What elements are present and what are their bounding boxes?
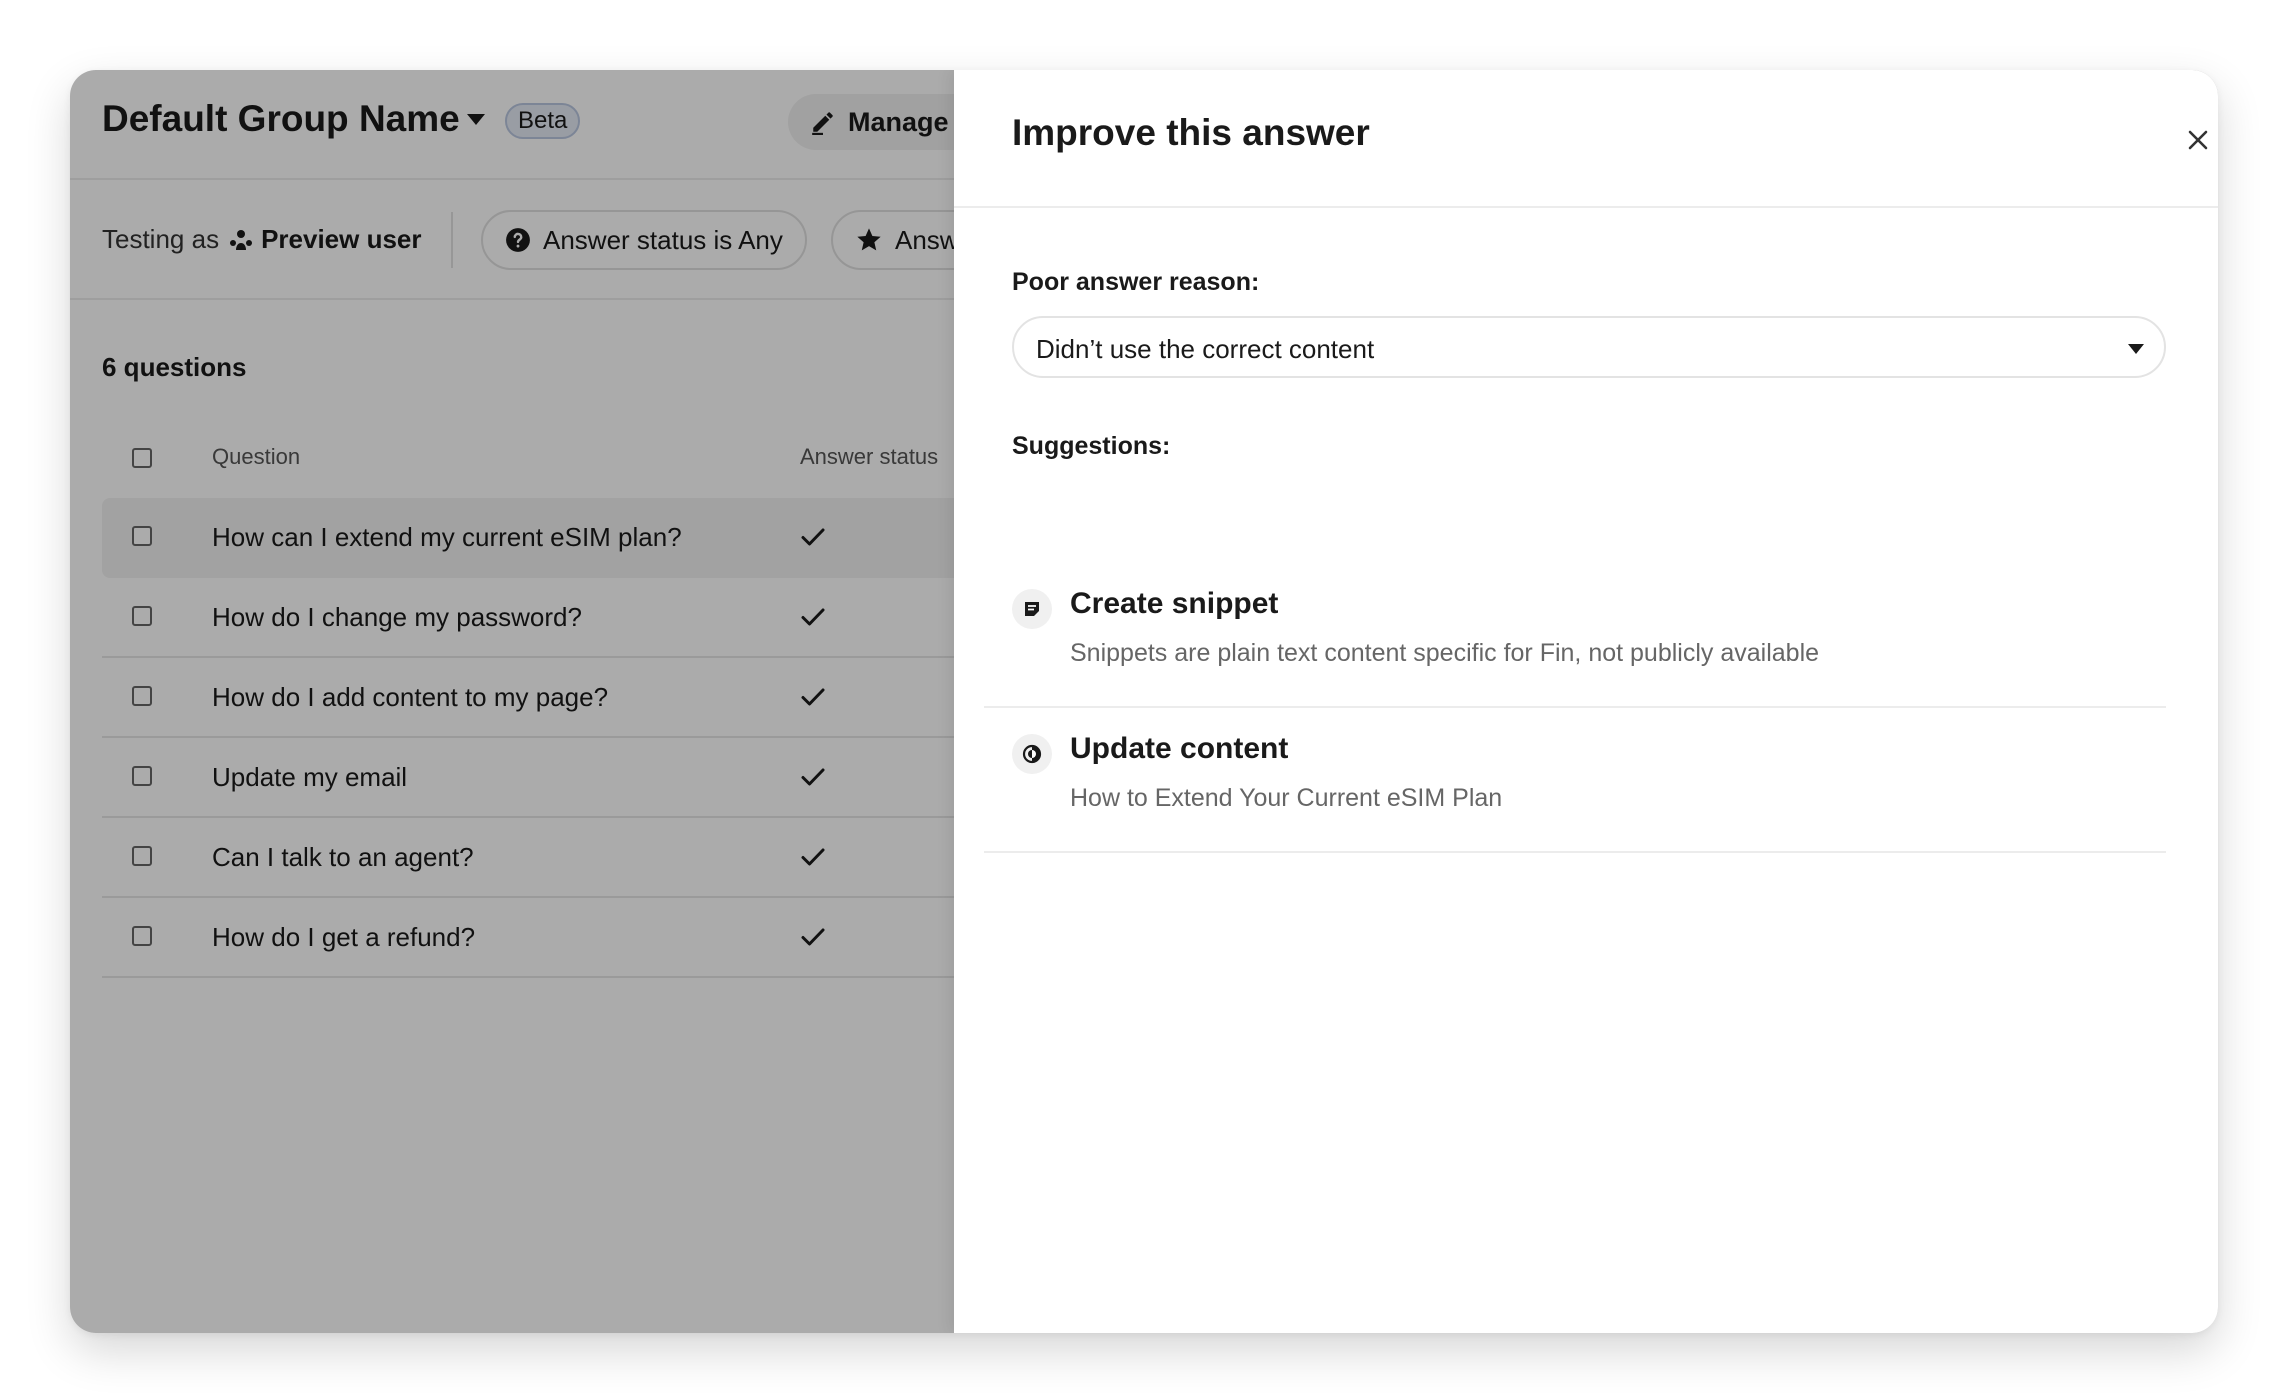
panel-title: Improve this answer: [1012, 112, 1370, 153]
reason-select[interactable]: Didn’t use the correct content: [1012, 316, 2166, 378]
suggestion-create-snippet[interactable]: Create snippet Snippets are plain text c…: [984, 563, 2166, 708]
content-icon: [1012, 734, 1052, 774]
snippet-icon: [1012, 589, 1052, 629]
suggestions-label: Suggestions:: [1012, 432, 1171, 460]
suggestion-description: Snippets are plain text content specific…: [1070, 639, 1820, 667]
panel-header: Improve this answer: [954, 70, 2218, 208]
close-icon: [2188, 130, 2208, 150]
reason-select-value: Didn’t use the correct content: [1036, 334, 1375, 364]
app-window: Default Group Name Beta Manage Testing a…: [70, 70, 2218, 1333]
suggestion-title: Update content: [1070, 732, 1289, 765]
chevron-down-icon: [2128, 344, 2144, 354]
reason-label: Poor answer reason:: [1012, 268, 1260, 296]
suggestion-update-content[interactable]: Update content How to Extend Your Curren…: [984, 708, 2166, 853]
suggestion-title: Create snippet: [1070, 587, 1279, 620]
improve-answer-panel: Improve this answer Poor answer reason: …: [954, 70, 2218, 1333]
suggestion-description: How to Extend Your Current eSIM Plan: [1070, 784, 1503, 812]
close-button[interactable]: [2176, 118, 2218, 162]
